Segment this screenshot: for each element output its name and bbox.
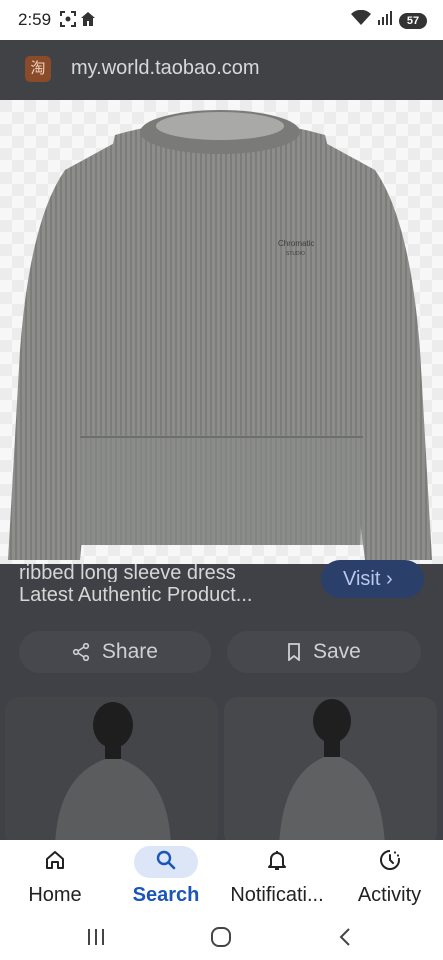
bottom-nav: Home Search Notificati... Activity bbox=[0, 840, 443, 920]
status-time: 2:59 bbox=[18, 10, 52, 29]
home-status-icon bbox=[80, 11, 96, 32]
nav-activity-label: Activity bbox=[357, 884, 422, 906]
share-button[interactable]: Share bbox=[19, 631, 211, 673]
sweater-print-1: Chromatic bbox=[278, 239, 314, 248]
sweater-print-2: STUDIO bbox=[286, 251, 305, 257]
visit-label: Visit bbox=[343, 568, 381, 590]
url-text[interactable]: my.world.taobao.com bbox=[71, 57, 260, 80]
back-icon bbox=[338, 927, 352, 952]
signal-icon bbox=[377, 10, 393, 31]
nav-home[interactable]: Home bbox=[0, 840, 110, 920]
nav-notifications[interactable]: Notificati... bbox=[218, 840, 336, 920]
product-title[interactable]: ribbed long sleeve dress Latest Authenti… bbox=[19, 560, 319, 609]
status-bar: 2:59 6 57 bbox=[0, 0, 443, 40]
system-nav-bar bbox=[0, 920, 443, 960]
related-image-2[interactable] bbox=[224, 697, 437, 847]
sweater-illustration: Chromatic STUDIO bbox=[0, 100, 443, 564]
recents-button[interactable] bbox=[76, 924, 116, 954]
home-circle-icon bbox=[210, 926, 232, 953]
share-icon bbox=[72, 640, 102, 663]
share-label: Share bbox=[101, 640, 158, 663]
product-image[interactable]: Chromatic STUDIO bbox=[0, 100, 443, 564]
related-image-1[interactable] bbox=[5, 697, 218, 847]
bell-icon bbox=[266, 849, 288, 876]
screenshot-icon bbox=[60, 11, 76, 32]
wifi-icon: 6 bbox=[351, 9, 371, 31]
search-icon bbox=[155, 849, 177, 876]
nav-search-indicator bbox=[134, 846, 198, 878]
visit-button[interactable]: Visit › bbox=[321, 560, 424, 598]
site-favicon: 淘 bbox=[25, 56, 51, 82]
product-title-line1: ribbed long sleeve dress bbox=[19, 562, 236, 582]
nav-notifications-label: Notificati... bbox=[230, 884, 324, 906]
nav-activity[interactable]: Activity bbox=[336, 840, 443, 920]
nav-search[interactable]: Search bbox=[110, 840, 222, 920]
chevron-right-icon: › bbox=[385, 568, 393, 590]
recents-icon bbox=[86, 928, 106, 951]
activity-icon bbox=[378, 848, 402, 877]
nav-home-label: Home bbox=[28, 884, 82, 906]
battery-icon: 57 bbox=[399, 12, 427, 29]
save-label: Save bbox=[312, 640, 361, 663]
bookmark-icon bbox=[287, 640, 313, 663]
back-button[interactable] bbox=[325, 924, 365, 954]
nav-search-label: Search bbox=[132, 884, 200, 906]
home-icon bbox=[44, 849, 66, 876]
home-system-button[interactable] bbox=[201, 924, 241, 954]
product-title-line2: Latest Authentic Product... bbox=[19, 584, 253, 606]
save-button[interactable]: Save bbox=[227, 631, 421, 673]
